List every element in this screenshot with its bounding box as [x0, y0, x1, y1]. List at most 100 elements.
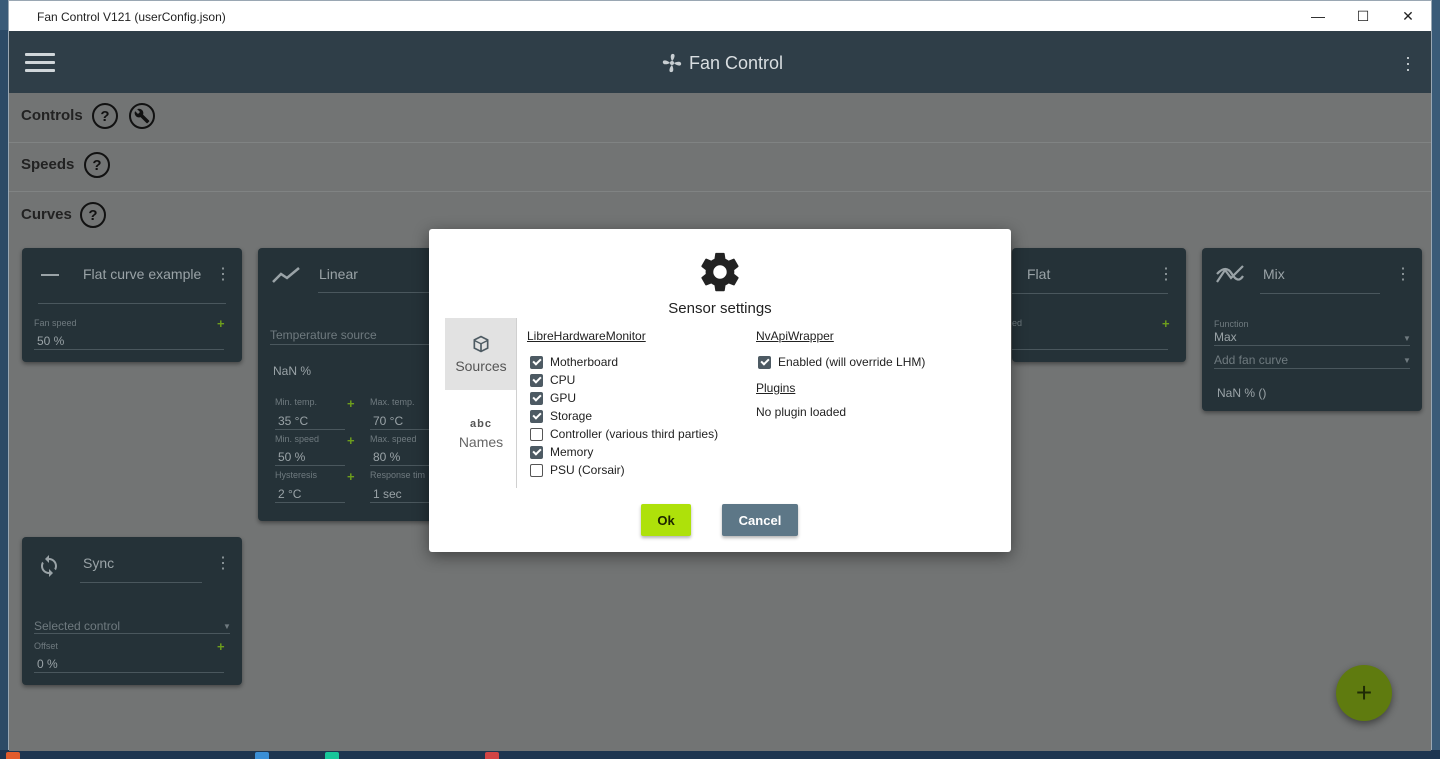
section-title: Curves — [21, 206, 72, 223]
temperature-source-select[interactable]: Temperature source — [270, 328, 377, 342]
tab-sources[interactable]: Sources — [445, 318, 517, 390]
field-label: Response tim — [370, 470, 426, 480]
lhm-source-checkbox[interactable]: Motherboard — [530, 355, 618, 369]
tab-names[interactable]: abc Names — [445, 398, 517, 470]
hamburger-icon[interactable] — [25, 53, 55, 73]
taskbar-icon[interactable] — [485, 752, 499, 759]
lhm-source-checkbox[interactable]: CPU — [530, 373, 575, 387]
checkbox[interactable] — [758, 355, 771, 369]
curve-card-sync[interactable]: Sync ⋮ Selected control ▼ Offset + 0 % — [22, 537, 242, 685]
section-speeds: Speeds ? — [9, 142, 1431, 192]
checkbox-label: Storage — [550, 409, 593, 423]
lhm-source-checkbox[interactable]: Memory — [530, 445, 593, 459]
taskbar — [0, 750, 1440, 759]
maximize-button[interactable]: ☐ — [1340, 1, 1386, 31]
min-speed-input[interactable]: 50 % — [278, 450, 305, 464]
taskbar-icon[interactable] — [325, 752, 339, 759]
checkbox-label: CPU — [550, 373, 576, 387]
add-curve-button[interactable]: + — [1336, 665, 1392, 721]
lhm-source-checkbox[interactable]: PSU (Corsair) — [530, 463, 625, 477]
checkbox-label: Controller (various third parties) — [550, 427, 719, 441]
more-vert-icon[interactable]: ⋮ — [1395, 264, 1411, 284]
card-title: Flat — [1027, 266, 1051, 282]
checkbox[interactable] — [530, 463, 543, 477]
ok-button[interactable]: Ok — [641, 504, 691, 536]
section-title: Controls — [21, 107, 83, 124]
sensor-settings-dialog: Sensor settings Sources abc Names LibreH… — [429, 229, 1011, 552]
curve-card-flat-example[interactable]: Flat curve example ⋮ Fan speed + 50 % — [22, 248, 242, 362]
field-label: Offset — [34, 641, 58, 651]
plugins-group-title: Plugins — [756, 381, 796, 395]
field-label: ed — [1012, 318, 1023, 328]
tab-label: Sources — [455, 358, 507, 374]
wrench-icon[interactable] — [129, 103, 155, 129]
dialog-title: Sensor settings — [668, 300, 772, 317]
plus-icon[interactable]: + — [347, 469, 355, 484]
function-select[interactable]: Max — [1214, 330, 1237, 344]
curve-card-linear[interactable]: Linear Temperature source NaN % Min. tem… — [258, 248, 438, 521]
flat-line-icon — [41, 274, 59, 276]
card-title: Linear — [319, 266, 358, 282]
hysteresis-input[interactable]: 2 °C — [278, 487, 301, 501]
checkbox[interactable] — [530, 355, 543, 369]
max-speed-input[interactable]: 80 % — [373, 450, 400, 464]
plus-icon[interactable]: + — [1162, 316, 1170, 331]
checkbox-label: PSU (Corsair) — [550, 463, 625, 477]
response-time-input[interactable]: 1 sec — [373, 487, 402, 501]
checkbox[interactable] — [530, 427, 543, 441]
lhm-source-checkbox[interactable]: GPU — [530, 391, 576, 405]
title-bar: Fan Control V121 (userConfig.json) — ☐ ✕ — [9, 1, 1431, 31]
plus-icon[interactable]: + — [347, 396, 355, 411]
app-brand: Fan Control — [661, 52, 783, 74]
checkbox-label: Enabled (will override LHM) — [778, 355, 926, 369]
min-temp-input[interactable]: 35 °C — [278, 414, 308, 428]
linear-chart-icon — [272, 267, 300, 283]
help-icon[interactable]: ? — [92, 103, 118, 129]
more-vert-icon[interactable]: ⋮ — [215, 553, 231, 573]
plus-icon[interactable]: + — [347, 433, 355, 448]
fan-speed-input[interactable]: 50 % — [37, 334, 64, 348]
gear-icon — [701, 252, 739, 292]
plus-icon[interactable]: + — [217, 316, 225, 331]
help-icon[interactable]: ? — [80, 202, 106, 228]
field-label: Hysteresis — [275, 470, 318, 480]
close-button[interactable]: ✕ — [1385, 1, 1431, 31]
minimize-button[interactable]: — — [1295, 1, 1341, 31]
fan-icon — [662, 53, 682, 73]
sync-icon — [41, 555, 57, 577]
app-bar: Fan Control · · · — [9, 31, 1431, 93]
abc-icon: abc — [470, 418, 492, 430]
nvapi-enabled-checkbox[interactable]: Enabled (will override LHM) — [758, 355, 925, 369]
app-title: Fan Control — [689, 52, 784, 73]
field-label: Fan speed — [34, 318, 77, 328]
checkbox[interactable] — [530, 391, 543, 405]
field-label: Max. temp. — [370, 397, 415, 407]
chevron-down-icon: ▼ — [1403, 334, 1411, 343]
chevron-down-icon: ▼ — [223, 622, 231, 631]
curve-card-flat[interactable]: Flat ⋮ ed + — [1012, 248, 1186, 362]
lhm-source-checkbox[interactable]: Storage — [530, 409, 592, 423]
plus-icon[interactable]: + — [217, 639, 225, 654]
lhm-source-checkbox[interactable]: Controller (various third parties) — [530, 427, 718, 441]
checkbox[interactable] — [530, 445, 543, 459]
checkbox[interactable] — [530, 409, 543, 423]
taskbar-icon[interactable] — [6, 752, 20, 759]
checkbox[interactable] — [530, 373, 543, 387]
taskbar-icon[interactable] — [255, 752, 269, 759]
tab-label: Names — [458, 434, 504, 450]
nvapi-group-title: NvApiWrapper — [756, 329, 834, 343]
add-fan-curve-select[interactable]: Add fan curve — [1214, 353, 1288, 367]
cancel-button[interactable]: Cancel — [722, 504, 798, 536]
lhm-group-title: LibreHardwareMonitor — [527, 329, 646, 343]
curve-readout: NaN % () — [1217, 386, 1267, 400]
selected-control-select[interactable]: Selected control — [34, 619, 120, 633]
card-title: Mix — [1263, 266, 1285, 282]
more-vert-icon[interactable]: ⋮ — [215, 264, 231, 284]
section-title: Speeds — [21, 156, 75, 173]
help-icon[interactable]: ? — [84, 152, 110, 178]
more-vert-icon[interactable]: ⋮ — [1158, 264, 1174, 284]
max-temp-input[interactable]: 70 °C — [373, 414, 403, 428]
curve-card-mix[interactable]: Mix ⋮ Function Max ▼ Add fan curve ▼ NaN… — [1202, 248, 1422, 411]
offset-input[interactable]: 0 % — [37, 657, 58, 671]
more-vert-icon[interactable]: · · · — [1405, 48, 1411, 78]
